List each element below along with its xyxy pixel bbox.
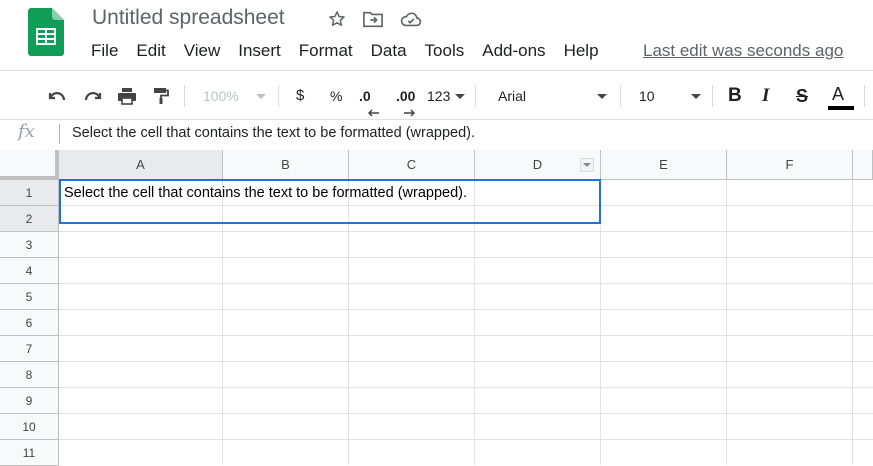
menu-data[interactable]: Data <box>362 38 416 64</box>
currency-format-button[interactable]: $ <box>296 80 304 112</box>
menu-bar: File Edit View Insert Format Data Tools … <box>82 38 608 64</box>
menu-edit[interactable]: Edit <box>127 38 174 64</box>
toolbar-divider <box>475 85 476 107</box>
font-caret-icon <box>597 94 607 99</box>
header-divider <box>0 70 873 71</box>
zoom-select[interactable]: 100% <box>203 80 239 112</box>
star-icon[interactable] <box>326 8 348 30</box>
toolbar-divider <box>864 85 865 107</box>
column-header-d[interactable]: D <box>475 150 601 180</box>
select-all-corner[interactable] <box>0 150 59 180</box>
font-size-select[interactable]: 10 <box>639 80 655 112</box>
font-family-select[interactable]: Arial <box>498 80 526 112</box>
zoom-caret-icon <box>256 94 266 99</box>
font-size-caret-icon <box>691 94 701 99</box>
text-color-swatch <box>828 106 854 110</box>
cell-a1[interactable]: Select the cell that contains the text t… <box>64 185 467 201</box>
row-header-3[interactable]: 3 <box>0 232 59 258</box>
sheets-logo-icon[interactable] <box>28 8 64 56</box>
fx-icon: fx <box>18 121 35 142</box>
row-header-7[interactable]: 7 <box>0 336 59 362</box>
row-header-9[interactable]: 9 <box>0 388 59 414</box>
row-header-5[interactable]: 5 <box>0 284 59 310</box>
row-header-11[interactable]: 11 <box>0 440 59 466</box>
formula-input[interactable]: Select the cell that contains the text t… <box>72 125 475 141</box>
print-icon[interactable] <box>114 80 140 112</box>
column-header-f[interactable]: F <box>727 150 853 180</box>
strikethrough-button[interactable]: S <box>796 80 808 112</box>
formula-divider <box>59 124 60 144</box>
column-header-a[interactable]: A <box>59 150 223 180</box>
row-header-10[interactable]: 10 <box>0 414 59 440</box>
row-header-8[interactable]: 8 <box>0 362 59 388</box>
more-formats-caret-icon <box>455 94 465 99</box>
italic-button[interactable]: I <box>762 80 769 112</box>
toolbar-divider <box>278 85 279 107</box>
column-header-g[interactable] <box>853 150 873 180</box>
row-header-6[interactable]: 6 <box>0 310 59 336</box>
paint-format-icon[interactable] <box>148 80 174 112</box>
filter-dropdown-icon[interactable] <box>580 158 594 172</box>
menu-view[interactable]: View <box>175 38 230 64</box>
spreadsheet-grid[interactable]: A B C D E F 1 2 3 4 5 6 7 8 9 10 11 Sele… <box>0 150 873 466</box>
menu-file[interactable]: File <box>82 38 127 64</box>
toolbar-divider <box>620 85 621 107</box>
row-header-4[interactable]: 4 <box>0 258 59 284</box>
menu-addons[interactable]: Add-ons <box>473 38 554 64</box>
more-formats-button[interactable]: 123 <box>427 80 450 112</box>
toolbar-divider <box>184 85 185 107</box>
cloud-saved-icon[interactable] <box>400 8 422 30</box>
toolbar-divider <box>712 85 713 107</box>
percent-format-button[interactable]: % <box>330 80 342 112</box>
last-edit-link[interactable]: Last edit was seconds ago <box>643 40 843 62</box>
column-header-d-label: D <box>532 157 543 172</box>
menu-help[interactable]: Help <box>555 38 608 64</box>
bold-button[interactable]: B <box>728 80 742 112</box>
move-to-folder-icon[interactable] <box>362 8 384 30</box>
column-header-c[interactable]: C <box>349 150 475 180</box>
document-title[interactable]: Untitled spreadsheet <box>92 5 285 31</box>
menu-tools[interactable]: Tools <box>416 38 474 64</box>
menu-insert[interactable]: Insert <box>229 38 290 64</box>
undo-icon[interactable] <box>44 80 70 112</box>
column-header-b[interactable]: B <box>223 150 349 180</box>
menu-format[interactable]: Format <box>290 38 362 64</box>
redo-icon[interactable] <box>80 80 106 112</box>
row-header-2[interactable]: 2 <box>0 206 59 232</box>
column-header-e[interactable]: E <box>601 150 727 180</box>
toolbar-divider-bottom <box>0 119 873 120</box>
row-header-1[interactable]: 1 <box>0 180 59 206</box>
